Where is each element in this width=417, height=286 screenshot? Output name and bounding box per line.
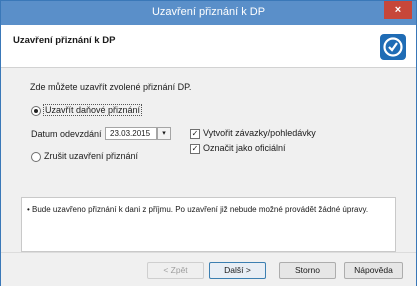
radio-cancel-close-label[interactable]: Zrušit uzavření přiznání: [44, 151, 138, 161]
cancel-button[interactable]: Storno: [279, 262, 336, 279]
title-bar[interactable]: Uzavření přiznání k DP ×: [1, 1, 416, 25]
header-panel: Uzavření přiznání k DP: [1, 25, 416, 68]
intro-text: Zde můžete uzavřít zvolené přiznání DP.: [30, 82, 192, 92]
checkbox-create-obligations-label[interactable]: Vytvořit závazky/pohledávky: [203, 128, 316, 138]
info-text: • Bude uzavřeno přiznání k dani z příjmu…: [27, 205, 369, 214]
radio-close-return-label[interactable]: Uzavřít daňové přiznání: [42, 104, 143, 116]
info-box: • Bude uzavřeno přiznání k dani z příjmu…: [21, 197, 396, 252]
date-input[interactable]: 23.03.2015: [105, 127, 157, 140]
header-title: Uzavření přiznání k DP: [13, 35, 116, 46]
checkbox-create-obligations[interactable]: ✓: [190, 129, 200, 139]
radio-cancel-close[interactable]: [31, 152, 41, 162]
date-label: Datum odevzdání: [31, 129, 102, 139]
next-button[interactable]: Další >: [209, 262, 266, 279]
window-title: Uzavření přiznání k DP: [151, 6, 266, 18]
checkbox-mark-official[interactable]: ✓: [190, 144, 200, 154]
chevron-down-icon[interactable]: ▾: [157, 127, 171, 140]
checkbox-mark-official-label[interactable]: Označit jako oficiální: [203, 143, 286, 153]
close-button[interactable]: ×: [384, 1, 412, 19]
help-button[interactable]: Nápověda: [344, 262, 403, 279]
back-button[interactable]: < Zpět: [147, 262, 204, 279]
content-area: Zde můžete uzavřít zvolené přiznání DP. …: [1, 68, 416, 252]
button-bar: < Zpět Další > Storno Nápověda: [1, 252, 416, 286]
dialog-window: Uzavření přiznání k DP × Uzavření přizná…: [0, 0, 417, 286]
radio-close-return[interactable]: [31, 106, 41, 116]
app-logo-icon: [380, 34, 406, 60]
